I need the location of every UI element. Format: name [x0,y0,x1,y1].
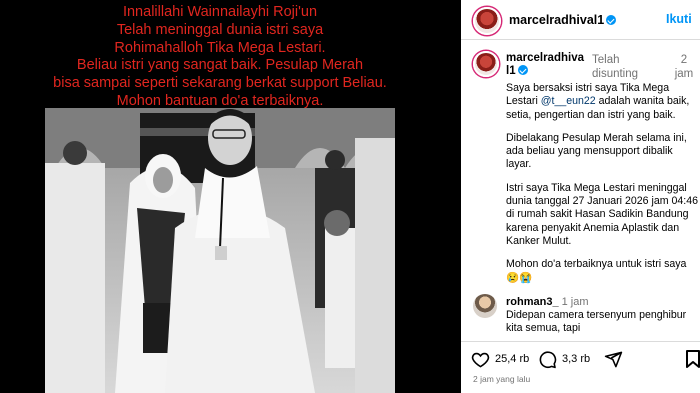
comment-username[interactable]: rohman3_ [506,296,559,308]
instagram-post-view: Innalillahi Wainnailayhi Roji'un Telah m… [0,0,700,393]
caption-paragraph: Istri saya Tika Mega Lestari meninggal d… [506,181,699,247]
overlay-line: Beliau istri yang sangat baik. Pesulap M… [76,57,364,74]
post-photo [45,108,395,393]
bookmark-icon[interactable] [686,350,700,368]
avatar[interactable] [473,7,501,35]
caption-paragraph: Dibelakang Pesulap Merah selama ini, ada… [506,131,687,171]
verified-icon [606,15,617,25]
avatar[interactable] [473,294,497,318]
overlay-line: Rohimahalloh Tika Mega Lestari. [114,39,326,56]
follow-button[interactable]: Ikuti [666,12,692,26]
share-button[interactable] [604,350,623,368]
share-icon [604,351,623,367]
header-username[interactable]: marcelradhival1 [509,13,617,27]
edited-label: Telah disunting [592,54,639,80]
overlay-line: Mohon bantuan do'a terbaiknya. [116,92,324,109]
caption-time[interactable]: 2 jam [672,53,696,81]
post-image[interactable]: Innalillahi Wainnailayhi Roji'un Telah m… [45,0,395,393]
comment-time[interactable]: 1 jam [562,296,589,308]
caption-text: Saya bersaksi istri saya Tika Mega Lesta… [506,82,698,295]
post-header: marcelradhival1 Ikuti [461,0,700,40]
overlay-line: Telah meninggal dunia istri saya [116,21,324,38]
username-link[interactable]: marcelradhival1 [509,13,604,27]
overlay-caption: Innalillahi Wainnailayhi Roji'un Telah m… [45,0,395,111]
comment-icon [539,350,557,368]
username-link[interactable]: marcelradhival1 [506,52,584,77]
overlay-line: bisa sampai seperti sekarang berkat supp… [53,75,387,92]
emoji: 😢😭 [506,271,533,284]
post-side-panel: marcelradhival1 Ikuti marcelradhival1 Te… [461,0,700,393]
avatar[interactable] [473,51,499,77]
caption-username[interactable]: marcelradhival1 [506,52,586,78]
action-bar: 25,4 rb 3,3 rb 2 jam yang lalu [461,341,700,393]
mention-link[interactable]: @t__eun22 [541,95,596,107]
caption: marcelradhival1 Telah disunting 2 jam Sa… [461,41,700,296]
post-timestamp: 2 jam yang lalu [473,374,531,384]
comment-header: rohman3_ 1 jam [506,296,588,308]
comment-count: 3,3 rb [562,353,591,365]
verified-icon [517,65,528,75]
caption-text-part: Mohon do'a terbaiknya untuk istri saya [506,258,687,271]
overlay-line: Innalillahi Wainnailayhi Roji'un [122,4,318,20]
heart-icon [471,352,490,368]
caption-paragraph: Saya bersaksi istri saya Tika Mega Lesta… [506,82,698,122]
comment-item: rohman3_ 1 jam Didepan camera tersenyum p… [461,290,700,340]
comment-text: Didepan camera tersenyum penghibur kita … [506,309,687,335]
like-button[interactable]: 25,4 rb [471,350,529,368]
like-count: 25,4 rb [495,353,530,365]
comment-button[interactable]: 3,3 rb [538,350,590,368]
caption-paragraph: Mohon do'a terbaiknya untuk istri saya 😢😭 [506,258,698,285]
